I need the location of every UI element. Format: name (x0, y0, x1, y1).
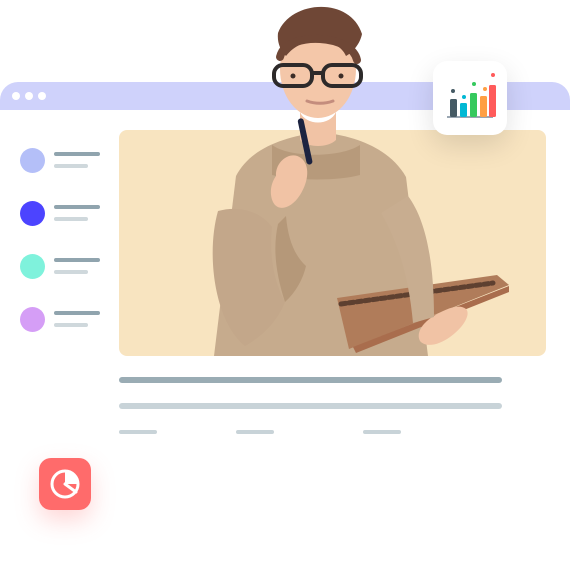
avatar (20, 254, 45, 279)
window-dot (12, 92, 20, 100)
avatar (20, 307, 45, 332)
sidebar-item[interactable] (20, 305, 110, 333)
pie-chart-icon (50, 469, 80, 499)
meta-line (363, 430, 401, 434)
window-controls (12, 92, 46, 100)
sidebar-title-line (54, 205, 100, 209)
sidebar-item[interactable] (20, 252, 110, 280)
content-secondary-line (119, 403, 502, 409)
meta-line (236, 430, 274, 434)
sidebar-title-line (54, 152, 100, 156)
bar-chart-icon (447, 73, 496, 118)
sidebar-subtitle-line (54, 323, 88, 327)
window-dot (38, 92, 46, 100)
sidebar-item[interactable] (20, 146, 110, 174)
sidebar-subtitle-line (54, 270, 88, 274)
thinking-man-illustration (180, 0, 520, 356)
pie-chart-card[interactable] (39, 458, 91, 510)
product-hero-illustration (0, 0, 570, 577)
avatar (20, 201, 45, 226)
content-primary-line (119, 377, 502, 383)
window-dot (25, 92, 33, 100)
meta-line (119, 430, 157, 434)
sidebar-subtitle-line (54, 217, 88, 221)
sidebar-item[interactable] (20, 199, 110, 227)
avatar (20, 148, 45, 173)
bar-chart-card[interactable] (433, 61, 507, 135)
sidebar-title-line (54, 311, 100, 315)
sidebar-subtitle-line (54, 164, 88, 168)
sidebar-title-line (54, 258, 100, 262)
